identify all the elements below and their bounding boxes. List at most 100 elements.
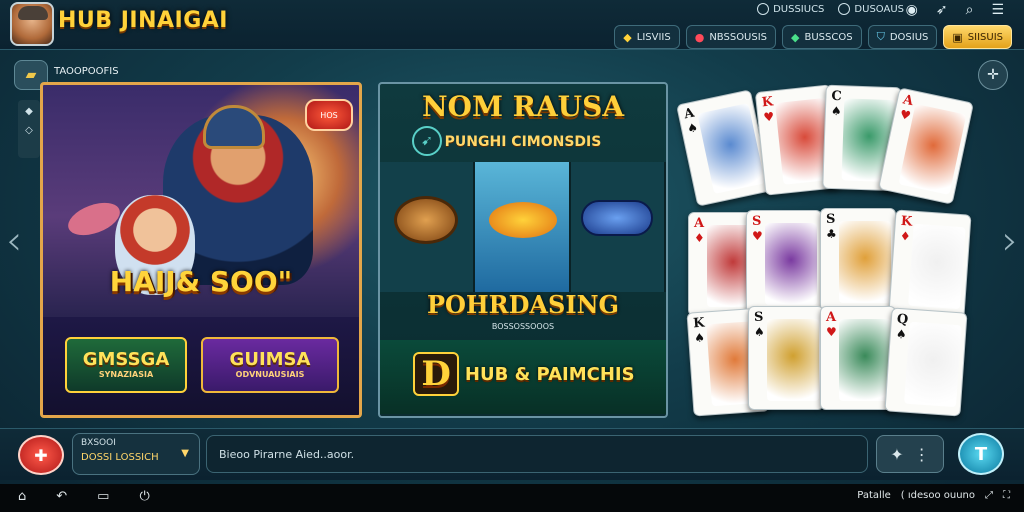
- select-value: DOSSI LOSSICH: [81, 452, 159, 463]
- hot-badge: HOS: [305, 99, 353, 131]
- emoji-button[interactable]: ✦ ⋮: [876, 435, 944, 473]
- card-suit: ♠: [685, 120, 700, 137]
- pill-2-label: NBSSOUSIS: [709, 31, 768, 43]
- submarine-art: [580, 200, 653, 236]
- game-card-fishing[interactable]: NOM RAUSA ➹ PUNGHI CIMONSDIS POHRDASING …: [378, 82, 668, 418]
- side-tab-icon-1[interactable]: ◆: [25, 106, 33, 117]
- bell-icon[interactable]: ➶: [936, 2, 948, 18]
- fullscreen-icon[interactable]: ⛶: [1003, 490, 1010, 501]
- card-art: [904, 321, 962, 408]
- puzzle-icon: ✦: [890, 444, 904, 464]
- search-icon[interactable]: ⌕: [966, 2, 974, 18]
- panel2-subtitle: PUNGHI CIMONSDIS: [444, 134, 602, 150]
- app-title: HUB JINAIGAI: [58, 8, 228, 33]
- reel-3: [570, 162, 666, 292]
- pill-5-label: SIISUIS: [967, 31, 1003, 43]
- reel-1: [380, 162, 476, 292]
- reel-2: [475, 162, 571, 292]
- card-rank: C: [831, 88, 843, 105]
- card-suit: ♠: [895, 326, 908, 342]
- playing-card[interactable]: S ♣: [820, 208, 896, 312]
- panel2-small: BOSSOSSOOOS: [491, 322, 555, 331]
- chevron-right-icon[interactable]: ›: [1002, 218, 1018, 264]
- panel2-title: NOM RAUSA: [421, 90, 625, 123]
- playing-card[interactable]: Q ♠: [884, 307, 968, 417]
- pill-2[interactable]: ● NBSSOUSIS: [685, 25, 777, 49]
- coin-art: [394, 196, 458, 244]
- pill-4[interactable]: ⛉ DOSIUS: [867, 25, 938, 49]
- send-button[interactable]: T: [958, 433, 1004, 475]
- logo1-main: GMSSGA: [82, 349, 170, 370]
- top-link-1-label: DUSSIUCS: [773, 3, 825, 15]
- pill-5[interactable]: ▣ SIISUIS: [943, 25, 1012, 49]
- top-link-2-label: DUSOAUS: [854, 3, 904, 15]
- card-suit: ♥: [762, 109, 775, 125]
- top-link-2[interactable]: DUSOAUS: [838, 3, 904, 15]
- bottom-bar: ✚ BXSOOI DOSSI LOSSICH ▼ Bieoo Pirarne A…: [0, 428, 1024, 480]
- ruby-icon: ●: [694, 30, 705, 44]
- globe-icon: [757, 3, 770, 15]
- home-icon[interactable]: ⌂: [18, 489, 26, 504]
- system-text: ( ıdesoo ouuno: [900, 490, 975, 501]
- resize-icon[interactable]: ⤢: [985, 490, 993, 501]
- system-nav-right: Patalle ( ıdesoo ouuno ⤢ ⛶: [857, 490, 1010, 501]
- card-rank: K: [692, 315, 706, 332]
- send-icon: T: [974, 443, 988, 465]
- card-suit: ♥: [752, 229, 763, 243]
- side-tab-icon-2[interactable]: ◇: [25, 125, 33, 136]
- gamepad-icon: ✚: [34, 445, 48, 465]
- playing-card[interactable]: S ♥: [746, 210, 822, 314]
- card-suit: ♦: [899, 228, 912, 244]
- back-icon[interactable]: ↶: [56, 489, 67, 504]
- top-icons: ◉ ➶ ⌕ ☰: [906, 2, 1004, 18]
- card-rank: S: [752, 214, 762, 229]
- pill-1[interactable]: ◆ LISVIIS: [614, 25, 680, 49]
- cast-icon[interactable]: ▭: [97, 489, 109, 504]
- card-grid: A ♠ K ♥ C ♠ A ♥ A ♦ S ♥ S ♣ K ♦ K ♠ S ♠ A ♥ Q ♠: [676, 84, 996, 424]
- pill-3[interactable]: ◆ BUSSCOS: [782, 25, 862, 49]
- card-rank: S: [754, 310, 764, 325]
- app-root: HUB JINAIGAI DUSSIUCS DUSOAUS ◉ ➶ ⌕ ☰ ◆ …: [0, 0, 1024, 512]
- info-icon: [838, 3, 851, 15]
- top-link-1[interactable]: DUSSIUCS: [757, 3, 824, 15]
- room-select[interactable]: BXSOOI DOSSI LOSSICH ▼: [72, 433, 200, 475]
- message-input[interactable]: Bieoo Pirarne Aied..aoor.: [206, 435, 868, 473]
- playing-card[interactable]: S ♠: [748, 306, 824, 410]
- side-tabs: ◆ ◇: [18, 100, 40, 158]
- pill-1-label: LISVIIS: [636, 31, 671, 43]
- panel2-logo[interactable]: D HUB & PAIMCHIS: [398, 346, 650, 402]
- chevron-left-icon[interactable]: ‹: [6, 218, 22, 264]
- card-suit: ♣: [826, 227, 837, 241]
- panel2-logo-text: HUB & PAIMCHIS: [464, 363, 635, 385]
- game-card-warrior[interactable]: HOS HAIJ& SOO" GMSSGA SYNAZIASIA GUIMSA …: [40, 82, 362, 418]
- card-art: [697, 102, 766, 195]
- category-label: TAOOPOOFIS: [54, 66, 119, 77]
- system-nav-left: ⌂ ↶ ▭ ⏻: [18, 489, 150, 504]
- card-art: [765, 223, 817, 305]
- select-label: BXSOOI: [81, 438, 116, 448]
- card-suit: ♠: [754, 325, 765, 339]
- goldfish-art: [489, 202, 558, 238]
- panel2-logo-d: D: [413, 352, 459, 396]
- card-suit: ♥: [898, 107, 913, 124]
- diamond-icon: ◆: [623, 30, 632, 44]
- card-suit: ♠: [830, 103, 842, 119]
- system-label: Patalle: [857, 490, 891, 501]
- playing-card[interactable]: K ♦: [888, 209, 972, 319]
- menu-icon[interactable]: ☰: [991, 2, 1004, 18]
- gem-icon: ◆: [791, 30, 800, 44]
- pill-3-label: BUSSCOS: [804, 31, 853, 43]
- power-icon[interactable]: ⏻: [139, 489, 149, 504]
- home-button[interactable]: ✚: [18, 435, 64, 475]
- user-icon[interactable]: ◉: [906, 2, 918, 18]
- game-logo-1[interactable]: GMSSGA SYNAZIASIA: [65, 337, 187, 393]
- avatar[interactable]: [10, 2, 54, 46]
- pill-4-label: DOSIUS: [889, 31, 929, 43]
- card-suit: ♠: [693, 330, 706, 346]
- card-art: [767, 319, 819, 401]
- card-suit: ♦: [694, 231, 705, 245]
- game-logo-2[interactable]: GUIMSA ODVNUAUSIAIS: [201, 337, 339, 393]
- slot-reels: [380, 162, 666, 292]
- system-nav-bar: ⌂ ↶ ▭ ⏻ Patalle ( ıdesoo ouuno ⤢ ⛶: [0, 484, 1024, 512]
- panel2-logo-area: D HUB & PAIMCHIS: [380, 340, 666, 414]
